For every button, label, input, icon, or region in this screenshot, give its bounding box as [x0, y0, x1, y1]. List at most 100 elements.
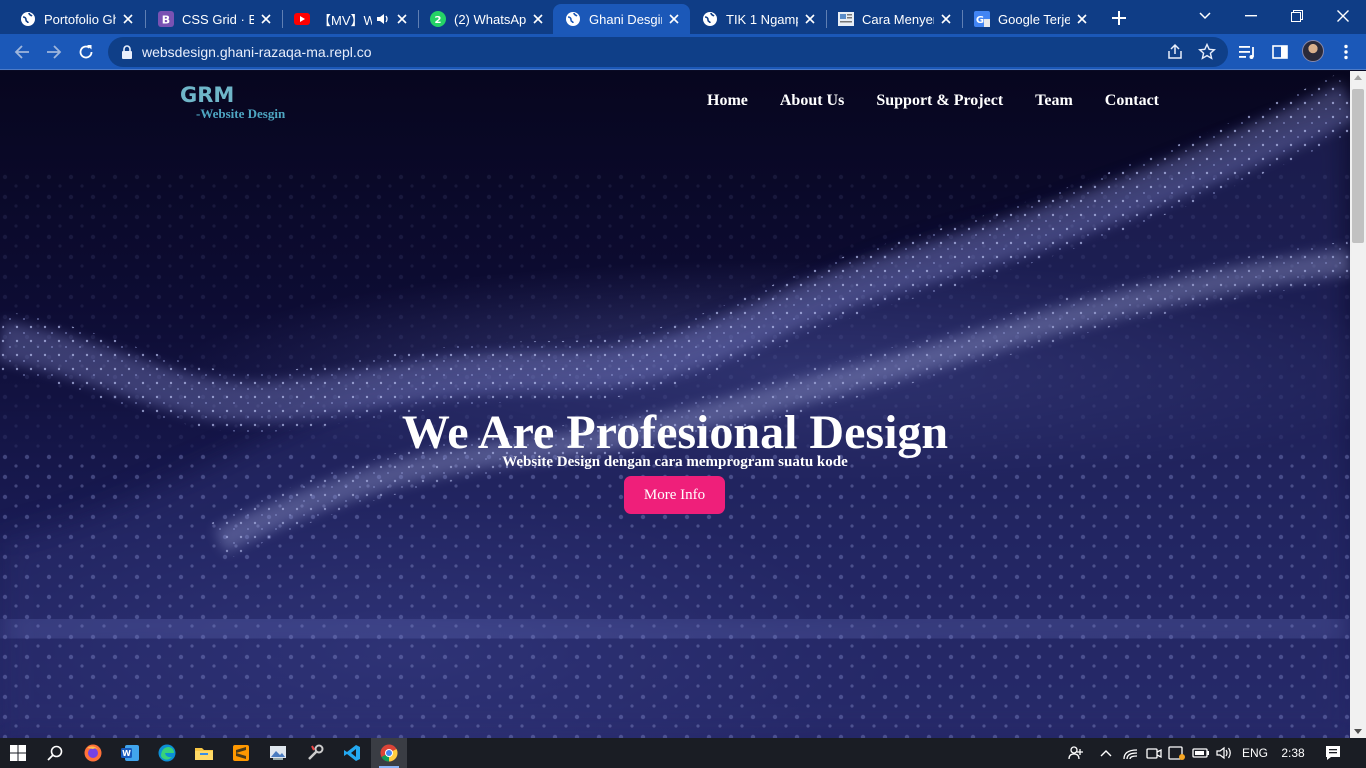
close-icon[interactable] [120, 11, 136, 27]
tray-overflow[interactable] [1096, 738, 1116, 768]
taskbar-edge[interactable] [149, 738, 185, 768]
back-button[interactable] [8, 38, 36, 66]
more-info-button[interactable]: More Info [624, 476, 725, 514]
reload-icon [79, 45, 93, 59]
word-icon: W [121, 745, 139, 761]
side-panel-button[interactable] [1266, 38, 1294, 66]
tools-icon [308, 744, 324, 760]
logo-text: GRM [180, 83, 235, 107]
side-panel-icon [1272, 45, 1288, 59]
minimize-button[interactable] [1228, 0, 1274, 32]
url-text[interactable]: websdesign.ghani-razaqa-ma.repl.co [142, 44, 372, 60]
menu-button[interactable] [1332, 38, 1360, 66]
tray-battery[interactable] [1190, 738, 1212, 768]
tab-title: 【MV】Wo [318, 12, 372, 28]
nav-contact[interactable]: Contact [1105, 92, 1159, 110]
reload-button[interactable] [72, 38, 100, 66]
taskbar-sublime-text[interactable] [223, 738, 259, 768]
speaker-icon[interactable] [376, 12, 390, 26]
vscode-icon [344, 745, 360, 761]
edge-icon [158, 744, 176, 762]
bookmark-star-icon[interactable] [1198, 43, 1216, 61]
scrollbar-thumb[interactable] [1352, 89, 1364, 243]
battery-icon [1192, 748, 1209, 758]
tab-title: (2) WhatsApp [454, 11, 526, 27]
taskbar-photos[interactable] [260, 738, 296, 768]
tab-ghani-desgin[interactable]: Ghani Desgin [553, 4, 690, 34]
close-window-button[interactable] [1320, 0, 1366, 32]
globe-icon [702, 11, 718, 27]
people-icon [1068, 746, 1083, 760]
photos-icon [270, 746, 286, 760]
globe-icon [20, 11, 36, 27]
hero-title: We Are Profesional Design [401, 406, 949, 459]
site-logo[interactable]: GRM -Website Desgin [180, 83, 285, 121]
globe-icon [565, 11, 581, 27]
taskbar-chrome[interactable] [371, 738, 407, 768]
restore-button[interactable] [1274, 0, 1320, 32]
close-icon[interactable] [666, 11, 682, 27]
firefox-icon [84, 744, 102, 762]
close-icon[interactable] [938, 11, 954, 27]
windows-start-icon [10, 745, 26, 761]
share-icon[interactable] [1166, 43, 1184, 61]
close-icon[interactable] [394, 11, 410, 27]
tab-cara-menyem[interactable]: Cara Menyem [826, 4, 962, 34]
scroll-up-arrow-icon[interactable] [1354, 75, 1362, 80]
close-icon[interactable] [258, 11, 274, 27]
tray-clock[interactable]: 2:38 [1278, 738, 1308, 768]
tab-youtube-mv[interactable]: 【MV】Wo [282, 4, 418, 34]
lock-icon[interactable] [120, 45, 134, 59]
taskbar-tools[interactable] [297, 738, 333, 768]
whatsapp-icon: 2 [430, 11, 446, 27]
tab-css-grid[interactable]: B CSS Grid · Bo [146, 4, 282, 34]
svg-text:2: 2 [435, 15, 442, 26]
taskbar-search-button[interactable] [37, 738, 73, 768]
page-viewport: GRM -Website Desgin Home About Us Suppor… [0, 71, 1350, 738]
tab-search-button[interactable] [1182, 0, 1228, 32]
tray-notification-app[interactable] [1166, 738, 1188, 768]
article-icon [838, 11, 854, 27]
taskbar-firefox[interactable] [75, 738, 111, 768]
nav-support-project[interactable]: Support & Project [876, 92, 1003, 110]
forward-button[interactable] [40, 38, 68, 66]
close-icon[interactable] [802, 11, 818, 27]
nav-home[interactable]: Home [707, 92, 748, 110]
notification-icon [1326, 746, 1340, 760]
file-explorer-icon [195, 748, 213, 760]
taskbar-vscode[interactable] [334, 738, 370, 768]
close-icon[interactable] [530, 11, 546, 27]
media-control-button[interactable] [1234, 38, 1262, 66]
youtube-icon [294, 11, 310, 27]
address-bar[interactable]: websdesign.ghani-razaqa-ma.repl.co [108, 37, 1228, 67]
browser-tab-strip: Portofolio Gh B CSS Grid · Bo 【MV】Wo 2 (… [0, 0, 1366, 34]
nav-team[interactable]: Team [1035, 92, 1073, 110]
arrow-left-icon [14, 45, 29, 59]
tab-title: Google Terjen [998, 11, 1070, 27]
tab-tik-ngamp[interactable]: TIK 1 Ngamp [690, 4, 826, 34]
taskbar-word[interactable]: W [112, 738, 148, 768]
tab-whatsapp[interactable]: 2 (2) WhatsApp [418, 4, 554, 34]
tray-meet[interactable] [1144, 738, 1164, 768]
tray-language[interactable]: ENG [1238, 738, 1272, 768]
start-button[interactable] [0, 738, 36, 768]
taskbar-file-explorer[interactable] [186, 738, 222, 768]
new-tab-button[interactable] [1108, 7, 1130, 29]
tray-action-center[interactable] [1318, 738, 1348, 768]
page-scrollbar[interactable] [1350, 71, 1366, 738]
scroll-down-arrow-icon[interactable] [1354, 729, 1362, 734]
google-translate-icon: G [974, 11, 990, 27]
tab-google-terjemahan[interactable]: G Google Terjen [962, 4, 1098, 34]
speaker-icon [1216, 746, 1231, 760]
avatar[interactable] [1302, 40, 1324, 62]
close-icon[interactable] [1074, 11, 1090, 27]
nav-about-us[interactable]: About Us [780, 92, 844, 110]
tray-wifi[interactable] [1120, 738, 1142, 768]
tray-people[interactable] [1064, 738, 1088, 768]
tab-title: Cara Menyem [862, 11, 934, 27]
tray-volume[interactable] [1214, 738, 1236, 768]
chrome-icon [380, 744, 398, 762]
browser-toolbar: websdesign.ghani-razaqa-ma.repl.co [0, 34, 1366, 70]
svg-text:B: B [162, 14, 170, 27]
tab-portofolio[interactable]: Portofolio Gh [8, 4, 144, 34]
